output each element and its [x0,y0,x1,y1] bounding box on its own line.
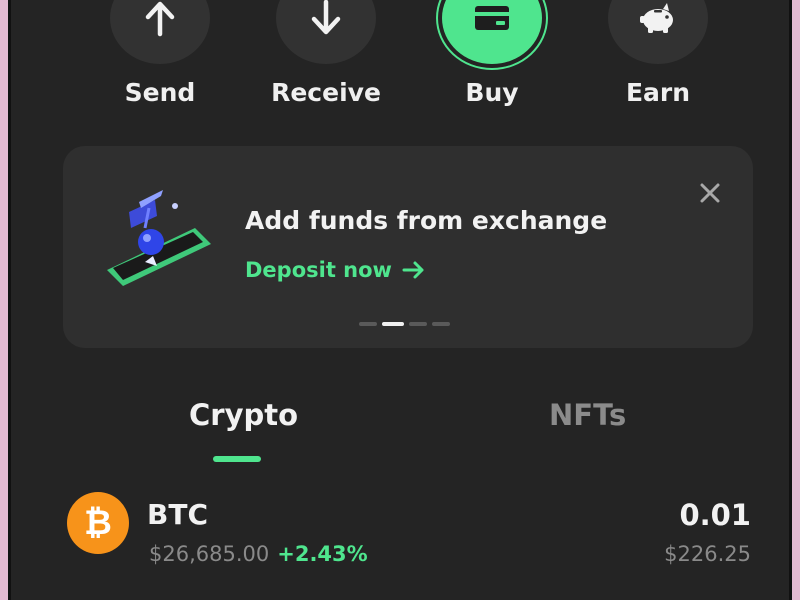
piggy-bank-icon [637,0,679,36]
asset-row-btc[interactable]: ₿ BTC $26,685.00 +2.43% 0.01 $226.25 [63,488,753,588]
quick-actions: Send Receive Buy Earn [11,0,789,122]
arrow-up-icon [143,0,177,38]
tab-crypto[interactable]: Crypto [189,398,298,432]
carousel-dot[interactable] [432,322,450,326]
carousel-dot[interactable] [409,322,427,326]
earn-label: Earn [625,78,691,107]
close-icon[interactable] [697,180,723,206]
buy-button[interactable]: Buy [427,0,557,122]
earn-button[interactable]: Earn [593,0,723,122]
arrow-down-icon [309,0,343,38]
carousel-dot-active[interactable] [382,322,404,326]
promo-title: Add funds from exchange [245,206,608,235]
deposit-illustration [99,182,219,302]
carousel-indicator [359,322,450,326]
send-button[interactable]: Send [95,0,225,122]
receive-label: Receive [271,78,381,107]
deposit-now-label: Deposit now [245,258,392,282]
asset-amount: 0.01 [679,498,751,532]
receive-button[interactable]: Receive [261,0,391,122]
buy-label: Buy [465,78,519,107]
card-icon [472,2,512,34]
asset-price: $26,685.00 [149,542,270,566]
deposit-now-link[interactable]: Deposit now [245,258,426,282]
arrow-right-icon [402,260,426,280]
carousel-dot[interactable] [359,322,377,326]
asset-symbol: BTC [147,498,208,531]
asset-price-line: $26,685.00 +2.43% [149,542,368,566]
asset-fiat-value: $226.25 [664,542,751,566]
tab-nfts[interactable]: NFTs [549,398,626,432]
bitcoin-icon: ₿ [67,492,129,554]
asset-change: +2.43% [277,542,368,566]
send-label: Send [124,78,196,107]
active-tab-indicator [213,456,261,462]
wallet-screen: Send Receive Buy Earn Add funds from exc… [8,0,792,600]
promo-card[interactable]: Add funds from exchange Deposit now [63,146,753,348]
